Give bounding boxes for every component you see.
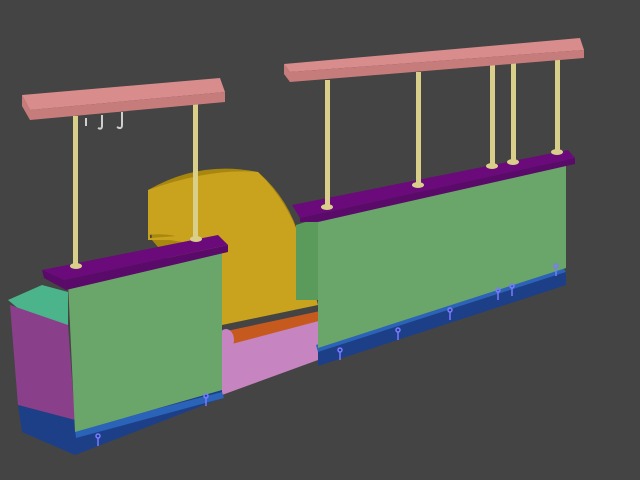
right-shelf: [284, 38, 584, 82]
left-counter: [8, 235, 228, 455]
hooks: [85, 112, 123, 130]
scene-render: [8, 38, 584, 455]
3d-viewport[interactable]: [0, 0, 640, 480]
right-counter: [292, 150, 575, 366]
